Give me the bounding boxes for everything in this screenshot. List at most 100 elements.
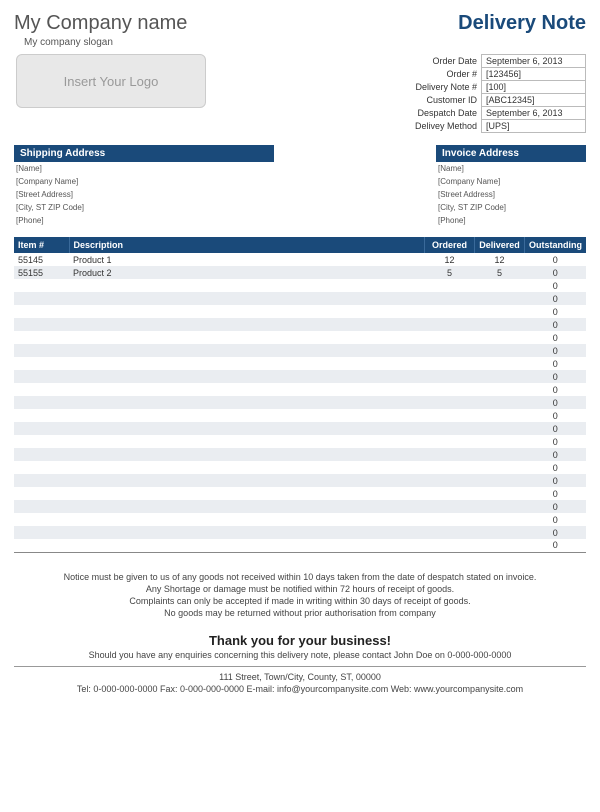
cell-desc <box>69 292 425 305</box>
col-item: Item # <box>14 237 69 253</box>
cell-ordered <box>425 474 475 487</box>
addresses: Shipping Address [Name] [Company Name] [… <box>14 145 586 227</box>
company-slogan: My company slogan <box>24 37 187 48</box>
cell-item <box>14 526 69 539</box>
logo-placeholder[interactable]: Insert Your Logo <box>16 54 206 108</box>
cell-ordered <box>425 513 475 526</box>
invoice-line: [Company Name] <box>436 175 586 188</box>
meta-label-order-date: Order Date <box>411 55 482 68</box>
cell-ordered <box>425 526 475 539</box>
cell-ordered <box>425 487 475 500</box>
meta-label-delivery-method: Delivey Method <box>411 120 482 133</box>
cell-item <box>14 474 69 487</box>
cell-ordered <box>425 461 475 474</box>
table-row: 0 <box>14 422 586 435</box>
table-row: 55155Product 2550 <box>14 266 586 279</box>
col-ordered: Ordered <box>425 237 475 253</box>
col-desc: Description <box>69 237 425 253</box>
cell-item <box>14 513 69 526</box>
cell-outstanding: 0 <box>525 487 587 500</box>
cell-ordered <box>425 357 475 370</box>
cell-ordered <box>425 422 475 435</box>
cell-desc <box>69 500 425 513</box>
cell-ordered <box>425 448 475 461</box>
cell-item <box>14 539 69 552</box>
shipping-address-block: Shipping Address [Name] [Company Name] [… <box>14 145 274 227</box>
company-name: My Company name <box>14 12 187 35</box>
invoice-line: [Street Address] <box>436 188 586 201</box>
cell-desc <box>69 370 425 383</box>
shipping-line: [City, ST ZIP Code] <box>14 201 274 214</box>
cell-delivered <box>475 318 525 331</box>
cell-outstanding: 0 <box>525 344 587 357</box>
table-row: 55145Product 112120 <box>14 253 586 266</box>
invoice-address-block: Invoice Address [Name] [Company Name] [S… <box>436 145 586 227</box>
cell-desc <box>69 448 425 461</box>
cell-delivered <box>475 526 525 539</box>
cell-item <box>14 318 69 331</box>
cell-desc <box>69 539 425 552</box>
col-delivered: Delivered <box>475 237 525 253</box>
table-row: 0 <box>14 487 586 500</box>
cell-item: 55155 <box>14 266 69 279</box>
cell-desc <box>69 279 425 292</box>
table-row: 0 <box>14 383 586 396</box>
cell-outstanding: 0 <box>525 305 587 318</box>
table-row: 0 <box>14 305 586 318</box>
notice-line: No goods may be returned without prior a… <box>14 607 586 619</box>
cell-desc <box>69 526 425 539</box>
cell-desc <box>69 357 425 370</box>
cell-ordered <box>425 331 475 344</box>
cell-desc <box>69 513 425 526</box>
meta-value-delivery-method: [UPS] <box>482 120 586 133</box>
thanks-block: Thank you for your business! Should you … <box>14 633 586 660</box>
col-outstanding: Outstanding <box>525 237 587 253</box>
cell-ordered <box>425 500 475 513</box>
logo-meta-row: Insert Your Logo Order Date September 6,… <box>14 54 586 133</box>
cell-outstanding: 0 <box>525 461 587 474</box>
cell-item <box>14 500 69 513</box>
cell-desc: Product 1 <box>69 253 425 266</box>
cell-outstanding: 0 <box>525 357 587 370</box>
cell-item <box>14 435 69 448</box>
cell-ordered <box>425 318 475 331</box>
items-header-row: Item # Description Ordered Delivered Out… <box>14 237 586 253</box>
cell-ordered <box>425 370 475 383</box>
cell-item <box>14 409 69 422</box>
cell-delivered <box>475 370 525 383</box>
cell-desc <box>69 331 425 344</box>
cell-desc <box>69 383 425 396</box>
cell-desc <box>69 474 425 487</box>
invoice-address-title: Invoice Address <box>436 145 586 162</box>
cell-ordered <box>425 344 475 357</box>
cell-item <box>14 487 69 500</box>
cell-outstanding: 0 <box>525 331 587 344</box>
cell-item <box>14 331 69 344</box>
cell-outstanding: 0 <box>525 409 587 422</box>
table-row: 0 <box>14 526 586 539</box>
table-row: 0 <box>14 357 586 370</box>
footer-divider <box>14 666 586 667</box>
cell-outstanding: 0 <box>525 500 587 513</box>
document-title: Delivery Note <box>458 12 586 35</box>
shipping-address-title: Shipping Address <box>14 145 274 162</box>
meta-table: Order Date September 6, 2013 Order # [12… <box>411 54 586 133</box>
cell-outstanding: 0 <box>525 266 587 279</box>
table-row: 0 <box>14 292 586 305</box>
cell-item <box>14 448 69 461</box>
cell-ordered <box>425 396 475 409</box>
cell-delivered <box>475 396 525 409</box>
table-row: 0 <box>14 396 586 409</box>
notice-line: Any Shortage or damage must be notified … <box>14 583 586 595</box>
cell-ordered <box>425 383 475 396</box>
cell-delivered <box>475 409 525 422</box>
meta-value-order-num: [123456] <box>482 68 586 81</box>
company-block: My Company name My company slogan <box>14 12 187 48</box>
cell-delivered <box>475 500 525 513</box>
table-row: 0 <box>14 331 586 344</box>
meta-label-despatch-date: Despatch Date <box>411 107 482 120</box>
shipping-line: [Company Name] <box>14 175 274 188</box>
table-row: 0 <box>14 500 586 513</box>
invoice-line: [Phone] <box>436 214 586 227</box>
cell-delivered <box>475 344 525 357</box>
